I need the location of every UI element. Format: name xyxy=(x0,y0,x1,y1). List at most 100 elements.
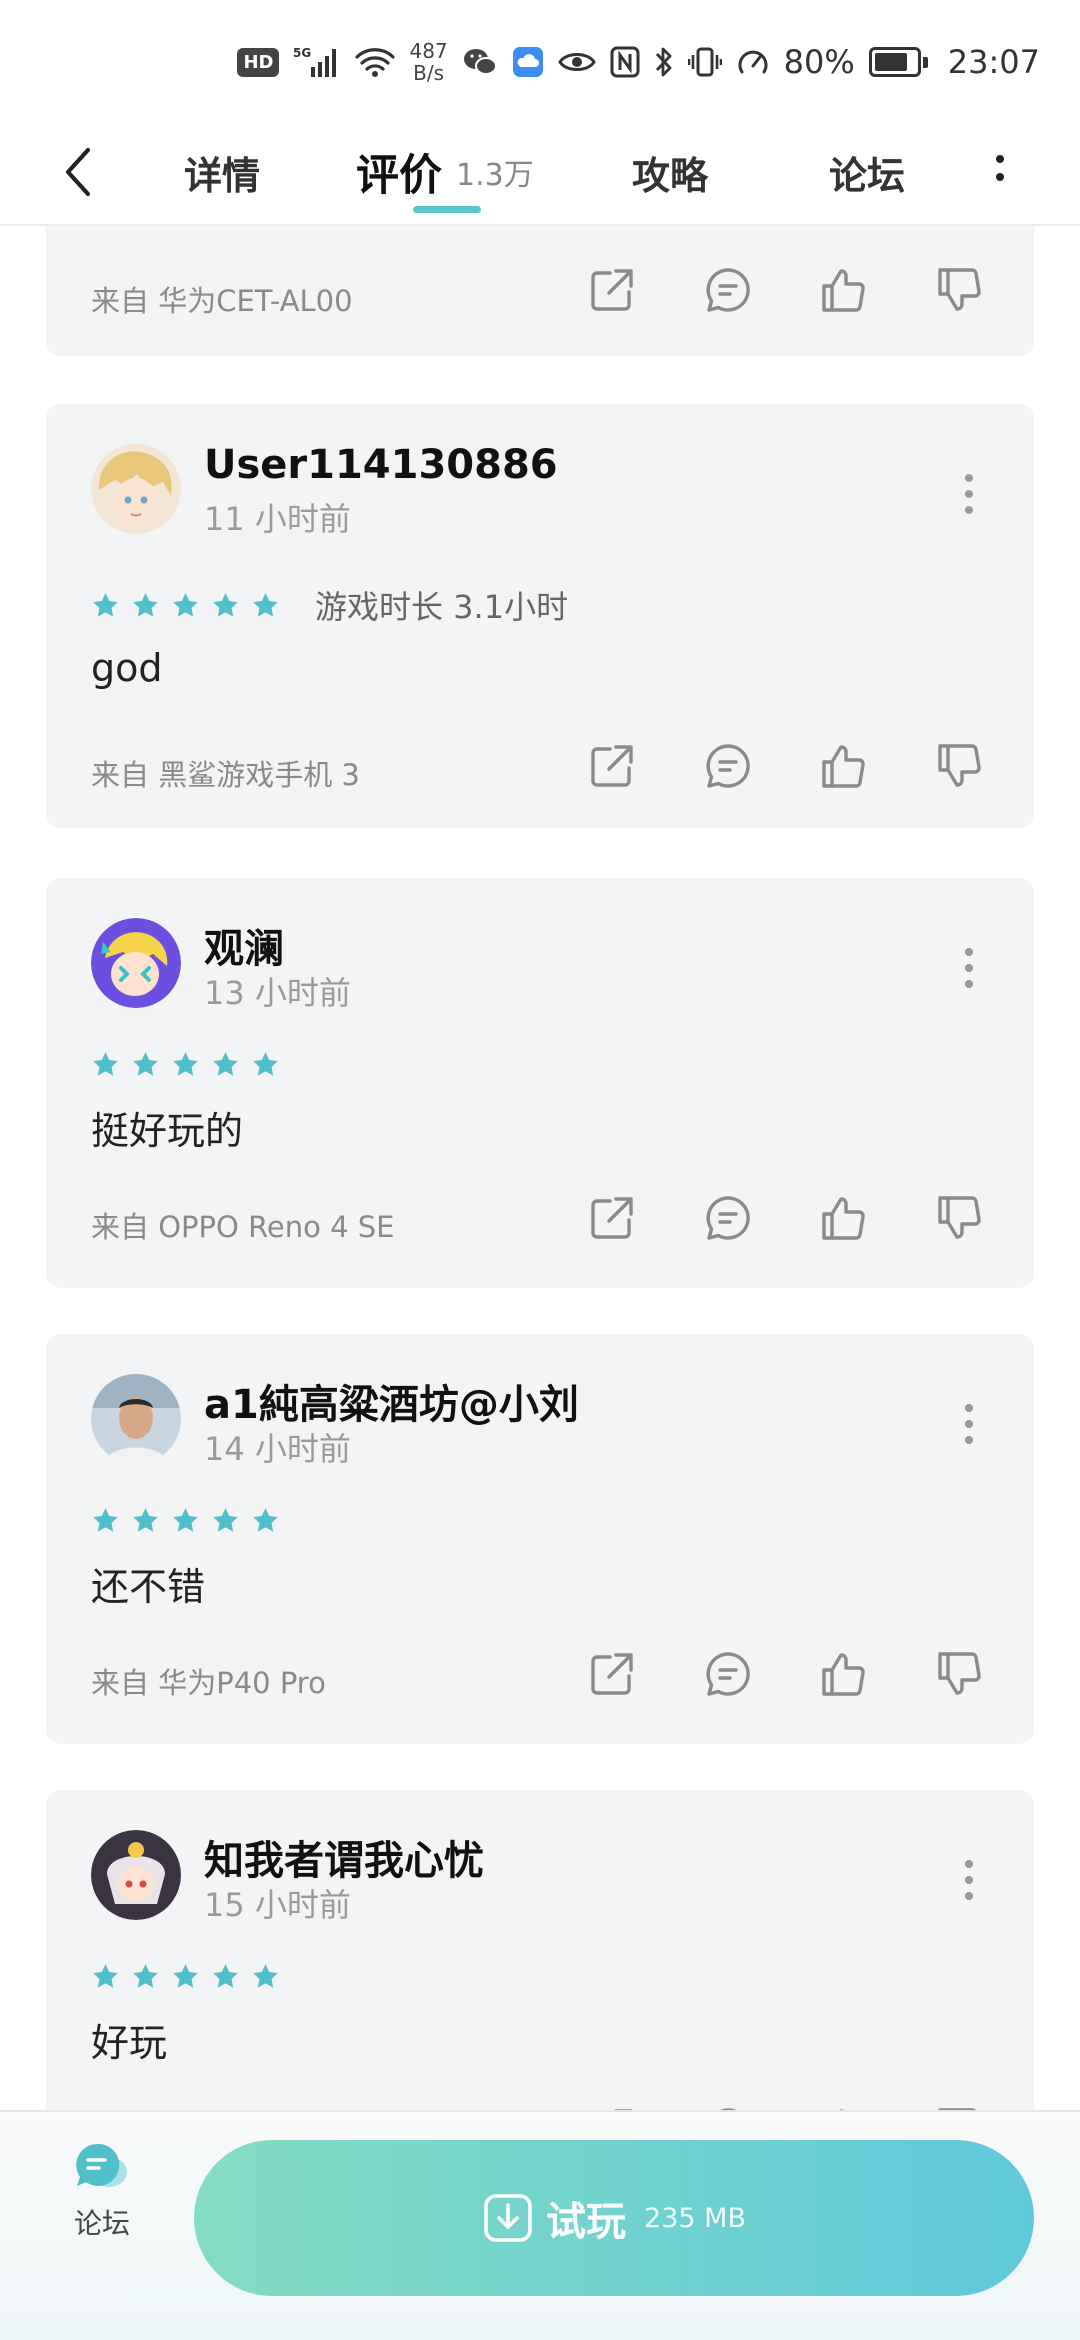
star-icon xyxy=(171,1506,200,1535)
more-options-button[interactable] xyxy=(988,138,1012,198)
star-icon xyxy=(211,1962,240,1991)
review-text[interactable]: god xyxy=(91,646,163,690)
bottom-action-bar: 论坛 试玩 235 MB xyxy=(0,2110,1080,2340)
net-speed: 487 B/s xyxy=(409,39,448,85)
device-label: 来自 华为CET-AL00 xyxy=(91,284,353,318)
review-card: 知我者谓我心忧 15 小时前 好玩 xyxy=(46,1790,1034,2110)
rating-stars: 游戏时长 3.1小时 xyxy=(91,582,568,628)
trial-size: 235 MB xyxy=(644,2202,746,2234)
review-time: 11 小时前 xyxy=(204,500,351,538)
star-icon xyxy=(251,591,280,620)
bluetooth-icon xyxy=(655,47,672,77)
star-icon xyxy=(131,591,160,620)
hd-badge: HD xyxy=(237,47,280,77)
vibrate-icon xyxy=(687,47,722,77)
avatar[interactable] xyxy=(91,1374,181,1464)
download-icon xyxy=(484,2194,532,2242)
review-time: 15 小时前 xyxy=(204,1886,351,1924)
star-icon xyxy=(171,591,200,620)
review-text[interactable]: 好玩 xyxy=(91,2012,167,2067)
forum-button[interactable]: 论坛 xyxy=(54,2140,150,2260)
star-icon xyxy=(91,1962,120,1991)
star-icon xyxy=(131,1050,160,1079)
star-icon xyxy=(251,1962,280,1991)
rating-stars xyxy=(91,1050,280,1079)
dislike-icon[interactable] xyxy=(934,264,986,316)
username[interactable]: 知我者谓我心忧 xyxy=(204,1828,484,1886)
username[interactable]: 观澜 xyxy=(204,916,284,974)
star-icon xyxy=(171,1962,200,1991)
star-icon xyxy=(171,1050,200,1079)
star-icon xyxy=(211,591,240,620)
dislike-icon[interactable] xyxy=(934,1192,986,1244)
avatar[interactable] xyxy=(91,918,181,1008)
forum-chat-icon xyxy=(76,2143,127,2187)
speed-gauge-icon xyxy=(738,50,768,74)
star-icon xyxy=(251,1050,280,1079)
star-icon xyxy=(131,1506,160,1535)
review-card: a1純高粱酒坊@小刘 14 小时前 还不错 来自 华为P40 Pro xyxy=(46,1334,1034,1744)
device-label: 来自 华为P40 Pro xyxy=(91,1666,326,1700)
star-icon xyxy=(91,1506,120,1535)
review-more-button[interactable] xyxy=(964,1860,974,1900)
trial-play-button[interactable]: 试玩 235 MB xyxy=(194,2140,1034,2296)
eye-comfort-icon xyxy=(557,53,596,71)
review-list[interactable]: 来自 华为CET-AL00 User114130886 11 小时前 游戏时长 … xyxy=(0,226,1080,2110)
forum-label: 论坛 xyxy=(73,2207,130,2240)
share-icon[interactable] xyxy=(586,264,638,316)
review-card: User114130886 11 小时前 游戏时长 3.1小时 god 来自 黑… xyxy=(46,404,1034,828)
dislike-icon[interactable] xyxy=(934,740,986,792)
like-icon[interactable] xyxy=(818,1192,870,1244)
tab-details[interactable]: 详情 xyxy=(184,120,260,224)
rating-stars xyxy=(91,1962,280,1991)
avatar[interactable] xyxy=(91,444,181,534)
review-count: 1.3万 xyxy=(456,158,534,193)
signal-5g-icon: 5G xyxy=(293,46,337,77)
star-icon xyxy=(211,1050,240,1079)
trial-label: 试玩 xyxy=(546,2199,627,2245)
share-icon[interactable] xyxy=(586,1648,638,1700)
share-icon[interactable] xyxy=(586,1192,638,1244)
tab-forum[interactable]: 论坛 xyxy=(829,120,905,224)
dislike-icon[interactable] xyxy=(934,1648,986,1700)
like-icon[interactable] xyxy=(818,740,870,792)
nfc-icon xyxy=(610,46,640,78)
cloud-app-icon xyxy=(512,47,543,77)
review-text[interactable]: 挺好玩的 xyxy=(91,1100,243,1155)
device-label: 来自 黑鲨游戏手机 3 xyxy=(91,758,360,792)
tab-guides[interactable]: 攻略 xyxy=(632,120,708,224)
avatar[interactable] xyxy=(91,1830,181,1920)
back-arrow-icon[interactable] xyxy=(58,142,98,202)
rating-stars xyxy=(91,1506,280,1535)
review-card: 来自 华为CET-AL00 xyxy=(46,226,1034,356)
review-more-button[interactable] xyxy=(964,948,974,988)
star-icon xyxy=(211,1506,240,1535)
status-bar: HD 5G 487 B/s 80% 23:07 xyxy=(0,0,1080,120)
like-icon[interactable] xyxy=(818,264,870,316)
review-time: 14 小时前 xyxy=(204,1430,351,1468)
review-card: 观澜 13 小时前 挺好玩的 来自 OPPO Reno 4 SE xyxy=(46,878,1034,1288)
comment-icon[interactable] xyxy=(702,264,754,316)
star-icon xyxy=(131,1962,160,1991)
like-icon[interactable] xyxy=(818,1648,870,1700)
battery-icon xyxy=(868,47,928,77)
review-text[interactable]: 还不错 xyxy=(91,1556,205,1611)
review-more-button[interactable] xyxy=(964,474,974,514)
star-icon xyxy=(91,1050,120,1079)
tab-active-indicator xyxy=(413,206,481,213)
username[interactable]: a1純高粱酒坊@小刘 xyxy=(204,1372,579,1430)
review-more-button[interactable] xyxy=(964,1404,974,1444)
battery-percent: 80% xyxy=(783,43,855,81)
playtime: 游戏时长 3.1小时 xyxy=(315,588,569,626)
svg-text:5G: 5G xyxy=(293,46,311,60)
username[interactable]: User114130886 xyxy=(204,442,558,488)
wifi-icon xyxy=(355,48,396,77)
comment-icon[interactable] xyxy=(702,740,754,792)
share-icon[interactable] xyxy=(586,740,638,792)
device-label: 来自 OPPO Reno 4 SE xyxy=(91,1210,395,1244)
comment-icon[interactable] xyxy=(702,1648,754,1700)
star-icon xyxy=(251,1506,280,1535)
review-time: 13 小时前 xyxy=(204,974,351,1012)
comment-icon[interactable] xyxy=(702,1192,754,1244)
top-nav: 详情 评价 1.3万 攻略 论坛 xyxy=(0,120,1080,226)
